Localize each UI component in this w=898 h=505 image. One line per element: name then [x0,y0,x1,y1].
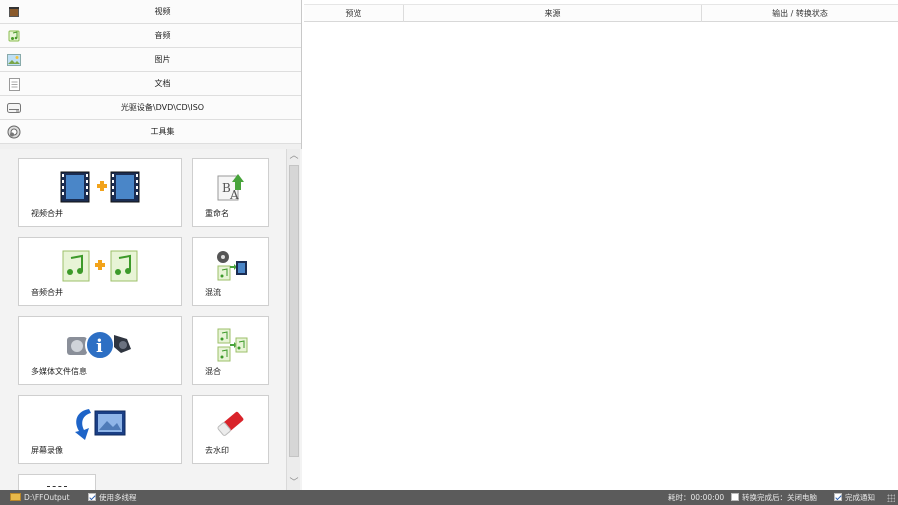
tool-rename[interactable]: B A 重命名 [192,158,269,227]
remove-watermark-icon [193,404,268,444]
tool-video-merge[interactable]: 视频合并 [18,158,182,227]
screen-record-icon [19,404,181,444]
tool-mux[interactable]: 混流 [192,237,269,306]
task-table-body[interactable] [304,23,898,490]
notify-label: 完成通知 [845,493,875,502]
elapsed-time: 耗时：00:00:00 [668,493,725,502]
multithread-checkbox[interactable]: 使用多线程 [88,490,137,505]
tool-label: 音频合并 [31,288,63,297]
document-icon [7,77,21,91]
category-label: 文档 [154,79,171,88]
mix-icon [193,325,268,365]
category-label: 工具集 [150,127,175,136]
category-label: 光驱设备\DVD\CD\ISO [120,103,205,112]
category-picture[interactable]: 图片 [0,48,301,72]
checkbox-checked-icon [834,493,842,501]
tool-audio-merge[interactable]: 音频合并 [18,237,182,306]
film-icon [7,5,21,19]
category-toolbox[interactable]: 工具集 [0,120,301,144]
checkbox-unchecked-icon [731,493,739,501]
tool-remove-watermark[interactable]: 去水印 [192,395,269,464]
status-bar: D:\FFOutput 使用多线程 耗时：00:00:00 转换完成后：关闭电脑… [0,490,898,505]
tool-label: 视频合并 [31,209,63,218]
tool-label: 重命名 [205,209,229,218]
scroll-down-icon[interactable]: ﹀ [288,477,300,489]
svg-text:i: i [96,336,103,357]
app-window: 视频 音频 图片 文档 光驱设备\DVD\CD\ISO 工具集 视频合并 B A… [0,0,898,505]
category-label: 视频 [154,7,171,16]
tool-grid: 视频合并 B A 重命名 音频合并 混流 i 多媒体文件信息 混合 屏幕录像 去… [0,149,302,490]
task-list-panel: 预览 来源 输出 / 转换状态 [304,0,898,490]
scroll-thumb[interactable] [289,165,299,457]
optical-drive-icon [7,101,21,115]
left-panel: 视频 音频 图片 文档 光驱设备\DVD\CD\ISO 工具集 视频合并 B A… [0,0,302,490]
scroll-up-icon[interactable]: ︿ [288,150,300,162]
task-table-header: 预览 来源 输出 / 转换状态 [304,4,898,22]
rename-icon: B A [193,167,268,207]
column-source[interactable]: 来源 [404,5,702,22]
picture-icon [7,53,21,67]
folder-icon [10,493,21,501]
tool-label: 去水印 [205,446,229,455]
toolbox-icon [7,125,21,139]
category-label: 图片 [154,55,171,64]
category-label: 音频 [154,31,171,40]
music-note-icon [7,29,21,43]
tool-label: 混流 [205,288,221,297]
tool-mix[interactable]: 混合 [192,316,269,385]
mux-icon [193,246,268,286]
category-document[interactable]: 文档 [0,72,301,96]
after-convert-label: 转换完成后：关闭电脑 [742,493,817,502]
resize-grip-icon[interactable] [887,494,895,502]
tool-partial-next[interactable] [18,474,96,490]
tool-label: 屏幕录像 [31,446,63,455]
output-path: D:\FFOutput [24,493,70,502]
tool-label: 多媒体文件信息 [31,367,87,376]
multithread-label: 使用多线程 [99,493,137,502]
category-video[interactable]: 视频 [0,0,301,24]
tool-grid-scrollbar[interactable]: ︿ ﹀ [286,149,300,490]
tool-screen-record[interactable]: 屏幕录像 [18,395,182,464]
output-folder-button[interactable]: D:\FFOutput [10,490,70,505]
tool-media-info[interactable]: i 多媒体文件信息 [18,316,182,385]
category-optical-drive[interactable]: 光驱设备\DVD\CD\ISO [0,96,301,120]
notify-checkbox[interactable]: 完成通知 [834,490,875,505]
category-audio[interactable]: 音频 [0,24,301,48]
media-info-icon: i [19,325,181,365]
column-output-status[interactable]: 输出 / 转换状态 [702,5,898,22]
tool-label: 混合 [205,367,221,376]
column-preview[interactable]: 预览 [304,5,404,22]
svg-text:A: A [229,188,239,202]
after-convert-checkbox[interactable]: 转换完成后：关闭电脑 [731,490,817,505]
audio-merge-icon [19,246,181,286]
checkbox-checked-icon [88,493,96,501]
video-merge-icon [19,167,181,207]
